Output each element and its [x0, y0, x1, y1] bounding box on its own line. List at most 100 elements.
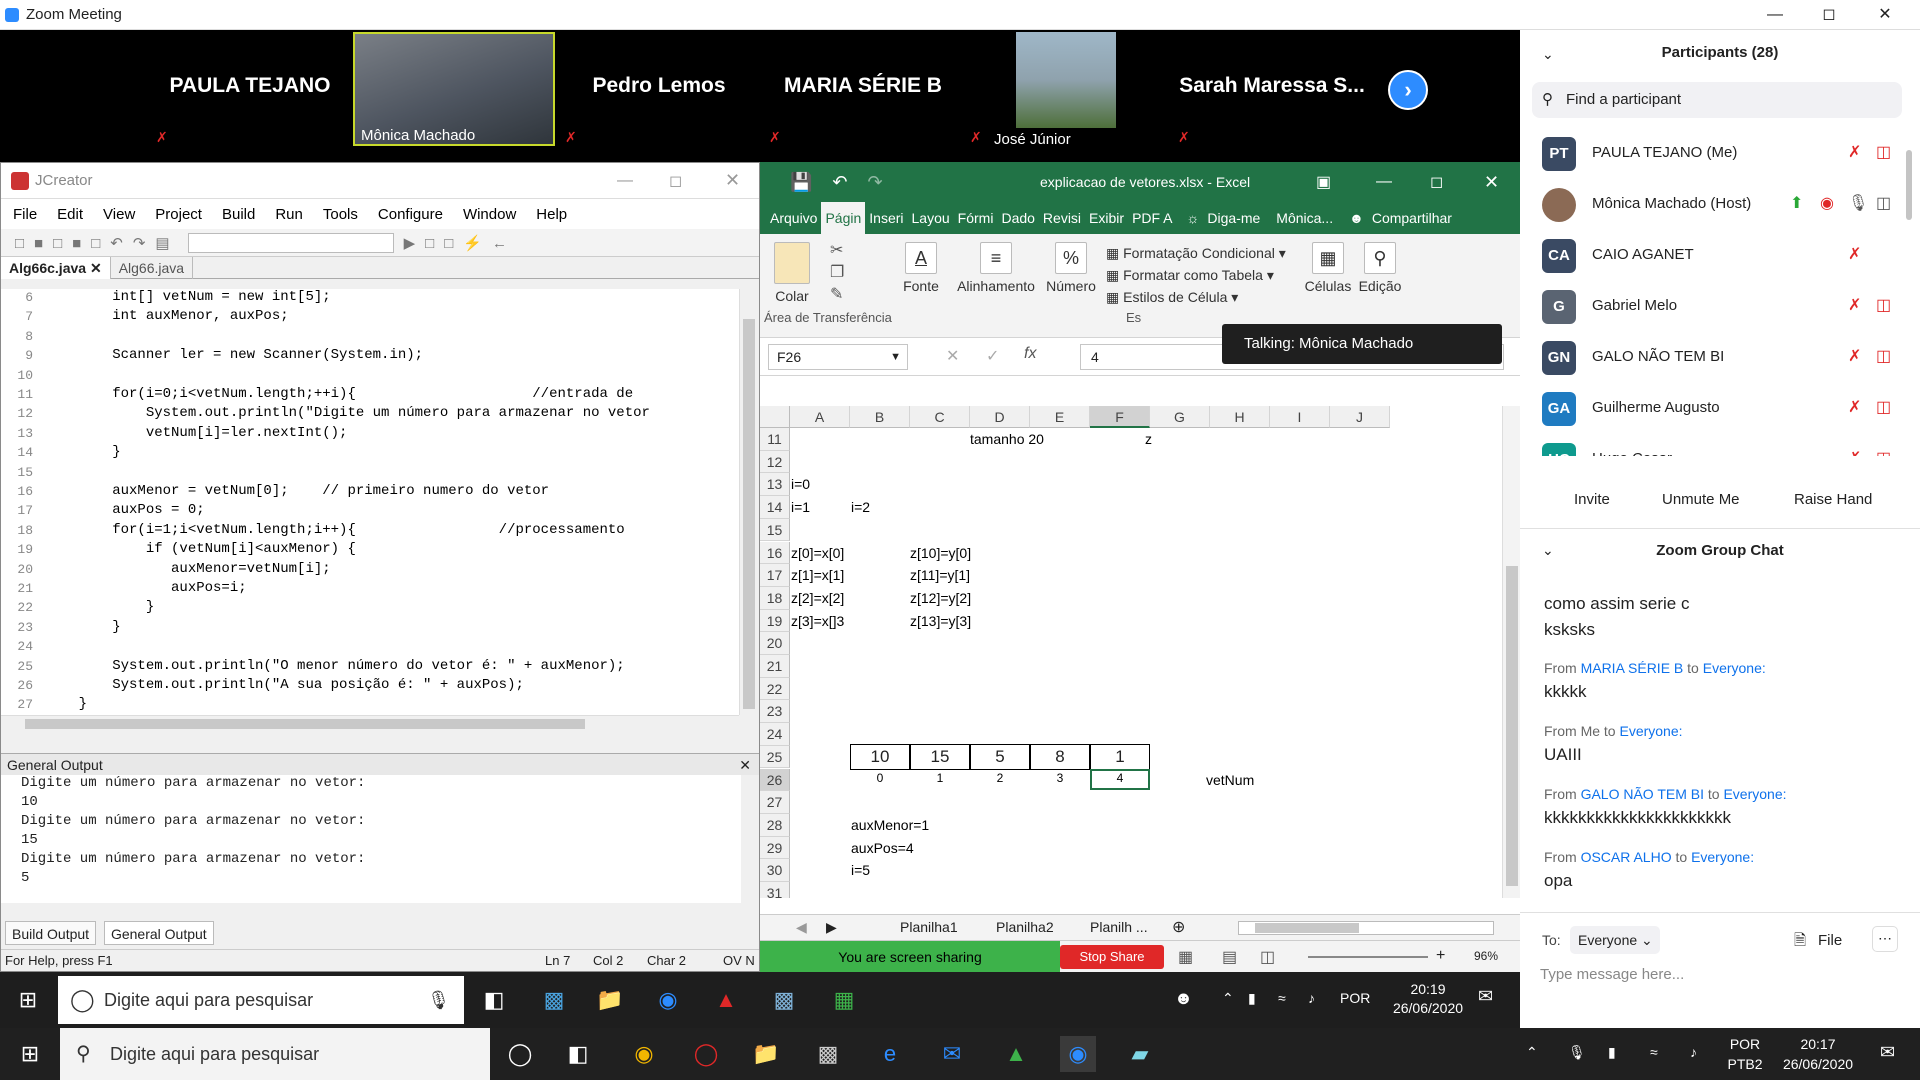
- close-button[interactable]: ✕: [1484, 172, 1499, 193]
- cell-b14[interactable]: i=2: [851, 499, 870, 515]
- cell-c19[interactable]: z[13]=y[3]: [910, 613, 971, 629]
- clock[interactable]: 20:19 26/06/2020: [1380, 980, 1476, 1018]
- sheet-hscrollbar[interactable]: [1238, 921, 1494, 935]
- next-page-button[interactable]: ›: [1388, 70, 1428, 110]
- row-header[interactable]: 26: [760, 768, 790, 792]
- confirm-icon[interactable]: ✓: [986, 346, 999, 366]
- array-index-cell[interactable]: 2: [970, 771, 1030, 785]
- file-explorer-icon[interactable]: 📁: [748, 1036, 784, 1072]
- participant-row[interactable]: PT PAULA TEJANO (Me) ✗ ◫: [1520, 128, 1910, 178]
- column-header[interactable]: G: [1150, 406, 1210, 428]
- code-editor[interactable]: 6 int[] vetNum = new int[5]; 7 int auxMen…: [1, 289, 739, 715]
- row-header[interactable]: 28: [760, 813, 790, 837]
- app-icon[interactable]: ▩: [536, 982, 572, 1018]
- cell-b28[interactable]: auxMenor=1: [851, 817, 929, 833]
- editing-button[interactable]: ⚲ Edição: [1356, 242, 1404, 294]
- row-header[interactable]: 27: [760, 791, 790, 814]
- raise-hand-button[interactable]: Raise Hand: [1782, 484, 1884, 516]
- sheet-tab-planilha2[interactable]: Planilha2: [996, 919, 1054, 935]
- tile-maria-serie-b[interactable]: MARIA SÉRIE B ✗: [761, 30, 965, 148]
- battery-icon[interactable]: ▮: [1608, 1044, 1616, 1061]
- menu-tools[interactable]: Tools: [313, 206, 368, 223]
- array-index-cell[interactable]: 1: [910, 771, 970, 785]
- array-index-cell[interactable]: 3: [1030, 771, 1090, 785]
- tab-inserir[interactable]: Inseri: [865, 210, 907, 226]
- row-header[interactable]: 31: [760, 882, 790, 898]
- name-box[interactable]: F26 ▼: [768, 344, 908, 370]
- participant-row[interactable]: G Gabriel Melo ✗ ◫: [1520, 281, 1910, 331]
- number-button[interactable]: % Número: [1044, 242, 1098, 294]
- column-header[interactable]: A: [790, 406, 850, 428]
- normal-view-icon[interactable]: ▦: [1178, 947, 1193, 967]
- row-header[interactable]: 11: [760, 428, 790, 451]
- row-header[interactable]: 14: [760, 496, 790, 519]
- zoom-app-icon[interactable]: ◉: [1060, 1036, 1096, 1072]
- menu-help[interactable]: Help: [526, 206, 577, 223]
- close-tab-icon[interactable]: ✕: [90, 260, 102, 276]
- alignment-button[interactable]: ≡ Alinhamento: [954, 242, 1038, 294]
- cancel-icon[interactable]: ✕: [946, 346, 959, 366]
- tab-formulas[interactable]: Fórmi: [954, 210, 998, 226]
- sender-name[interactable]: GALO NÃO TEM BI: [1581, 786, 1704, 802]
- clipboard-small-icons[interactable]: ✂ ❐ ✎: [830, 240, 844, 306]
- taskbar-search-box[interactable]: ◯ Digite aqui para pesquisar 🎙: [58, 976, 464, 1024]
- zoom-slider[interactable]: [1308, 956, 1428, 958]
- language-indicator[interactable]: POR PTB2: [1722, 1034, 1768, 1074]
- tray-chevron-icon[interactable]: ⌃: [1222, 990, 1234, 1007]
- scroll-thumb[interactable]: [25, 719, 585, 729]
- cells-button[interactable]: ▦ Células: [1304, 242, 1352, 294]
- paste-button[interactable]: Colar: [774, 242, 810, 304]
- row-header[interactable]: 30: [760, 859, 790, 882]
- column-header[interactable]: B: [850, 406, 910, 428]
- wifi-icon[interactable]: ≈: [1650, 1044, 1658, 1060]
- stop-share-button[interactable]: Stop Share: [1060, 945, 1164, 969]
- row-header[interactable]: 15: [760, 518, 790, 542]
- row-header[interactable]: 18: [760, 586, 790, 610]
- volume-icon[interactable]: ♪: [1690, 1044, 1697, 1060]
- tab-alg66c[interactable]: Alg66c.java ✕: [1, 256, 111, 279]
- next-sheet-icon[interactable]: ▶: [826, 919, 837, 936]
- cell-c17[interactable]: z[11]=y[1]: [910, 567, 970, 583]
- scroll-thumb[interactable]: [1906, 150, 1912, 220]
- tab-arquivo[interactable]: Arquivo: [766, 210, 821, 226]
- select-all-corner[interactable]: [760, 406, 790, 428]
- microphone-icon[interactable]: 🎙: [427, 976, 450, 1024]
- format-table-button[interactable]: ▦ Formatar como Tabela ▾: [1106, 264, 1286, 286]
- ribbon-display-icon[interactable]: ▣: [1316, 172, 1331, 192]
- store-icon[interactable]: ▩: [810, 1036, 846, 1072]
- sheet-vscrollbar[interactable]: [1502, 406, 1520, 898]
- acrobat-icon[interactable]: ▲: [708, 982, 744, 1018]
- minimize-button[interactable]: —: [1376, 173, 1392, 191]
- font-button[interactable]: A Fonte: [896, 242, 946, 294]
- page-break-icon[interactable]: ◫: [1260, 947, 1275, 967]
- column-header[interactable]: E: [1030, 406, 1090, 428]
- app-icon[interactable]: ▩: [766, 982, 802, 1018]
- cell-c18[interactable]: z[12]=y[2]: [910, 590, 971, 606]
- cell-h26[interactable]: vetNum: [1206, 772, 1254, 788]
- tab-revisao[interactable]: Revisi: [1039, 210, 1085, 226]
- menu-view[interactable]: View: [93, 206, 145, 223]
- prev-sheet-icon[interactable]: ◀: [796, 919, 807, 936]
- menu-configure[interactable]: Configure: [368, 206, 453, 223]
- mail-icon[interactable]: ✉: [934, 1036, 970, 1072]
- cell-c11[interactable]: tamanho 20: [970, 431, 1044, 447]
- editor-vscrollbar[interactable]: [739, 289, 757, 715]
- close-button[interactable]: ✕: [725, 170, 740, 191]
- tab-pdf[interactable]: PDF A: [1128, 210, 1176, 226]
- column-header[interactable]: J: [1330, 406, 1390, 428]
- cell-a13[interactable]: i=0: [791, 476, 810, 492]
- scroll-thumb[interactable]: [743, 319, 755, 709]
- row-header[interactable]: 29: [760, 836, 790, 860]
- tile-jose-junior[interactable]: ✗ José Júnior: [966, 30, 1170, 148]
- maximize-button[interactable]: ◻: [669, 171, 682, 191]
- tab-alg66[interactable]: Alg66.java: [111, 256, 194, 279]
- sheet-tab-planilha3[interactable]: Planilh ...: [1090, 919, 1148, 935]
- battery-icon[interactable]: ▮: [1248, 990, 1256, 1007]
- minimize-button[interactable]: —: [1752, 0, 1798, 30]
- share-button[interactable]: Compartilhar: [1368, 210, 1456, 226]
- tab-general-output[interactable]: General Output: [103, 921, 214, 945]
- row-header[interactable]: 12: [760, 450, 790, 474]
- function-icon[interactable]: fx: [1024, 345, 1036, 363]
- sheet-tab-planilha1[interactable]: Planilha1: [900, 919, 958, 935]
- tile-pedro-lemos[interactable]: Pedro Lemos ✗: [557, 30, 761, 148]
